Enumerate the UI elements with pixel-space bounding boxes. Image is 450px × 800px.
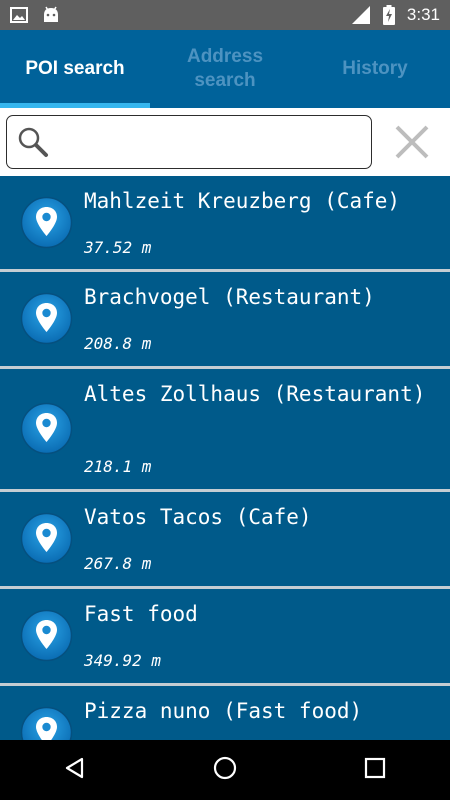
search-icon xyxy=(17,126,49,162)
poi-name: Brachvogel (Restaurant) xyxy=(84,285,375,309)
search-input[interactable] xyxy=(59,124,359,160)
back-icon xyxy=(63,756,87,784)
list-item[interactable]: Pizza nuno (Fast food) xyxy=(0,686,450,740)
location-pin-icon xyxy=(20,609,73,662)
location-pin-icon xyxy=(20,292,73,345)
tab-address-search[interactable]: Address search xyxy=(150,30,300,108)
home-icon xyxy=(212,755,238,785)
location-pin-icon xyxy=(20,706,73,740)
recents-icon xyxy=(364,757,386,783)
recents-button[interactable] xyxy=(345,740,405,800)
poi-name: Pizza nuno (Fast food) xyxy=(84,699,363,723)
tab-history[interactable]: History xyxy=(300,30,450,108)
poi-name: Mahlzeit Kreuzberg (Cafe) xyxy=(84,189,401,213)
tab-label: History xyxy=(342,58,408,79)
list-item[interactable]: Mahlzeit Kreuzberg (Cafe) 37.52 m xyxy=(0,176,450,272)
location-pin-icon xyxy=(20,512,73,565)
status-time: 3:31 xyxy=(406,5,440,24)
list-item[interactable]: Fast food 349.92 m xyxy=(0,589,450,686)
poi-distance: 218.1 m xyxy=(84,457,152,476)
list-item[interactable]: Vatos Tacos (Cafe) 267.8 m xyxy=(0,492,450,589)
poi-name: Altes Zollhaus (Restaurant) xyxy=(84,382,426,406)
poi-distance: 208.8 m xyxy=(84,334,152,353)
signal-icon xyxy=(351,5,371,25)
location-pin-icon xyxy=(20,196,73,249)
navigation-bar xyxy=(0,740,450,800)
battery-charging-icon xyxy=(382,5,395,25)
list-item[interactable]: Brachvogel (Restaurant) 208.8 m xyxy=(0,272,450,369)
poi-name: Vatos Tacos (Cafe) xyxy=(84,505,312,529)
image-icon xyxy=(10,7,28,23)
poi-distance: 349.92 m xyxy=(84,651,162,670)
home-button[interactable] xyxy=(195,740,255,800)
tab-label: Address search xyxy=(186,46,264,91)
status-bar: 3:31 xyxy=(0,0,450,30)
tab-bar: POI search Address search History xyxy=(0,30,450,108)
close-icon xyxy=(389,125,435,168)
tab-poi-search[interactable]: POI search xyxy=(0,30,150,108)
clear-button[interactable] xyxy=(389,124,435,164)
poi-distance: 37.52 m xyxy=(84,238,152,257)
android-icon xyxy=(42,6,60,24)
back-button[interactable] xyxy=(45,740,105,800)
list-item[interactable]: Altes Zollhaus (Restaurant) 218.1 m xyxy=(0,369,450,492)
location-pin-icon xyxy=(20,402,73,455)
search-bar xyxy=(0,108,450,176)
poi-name: Fast food xyxy=(84,602,198,626)
poi-list: Mahlzeit Kreuzberg (Cafe) 37.52 m Brachv… xyxy=(0,176,450,740)
search-box[interactable] xyxy=(6,115,372,169)
tab-label: POI search xyxy=(25,58,125,79)
poi-distance: 267.8 m xyxy=(84,554,152,573)
